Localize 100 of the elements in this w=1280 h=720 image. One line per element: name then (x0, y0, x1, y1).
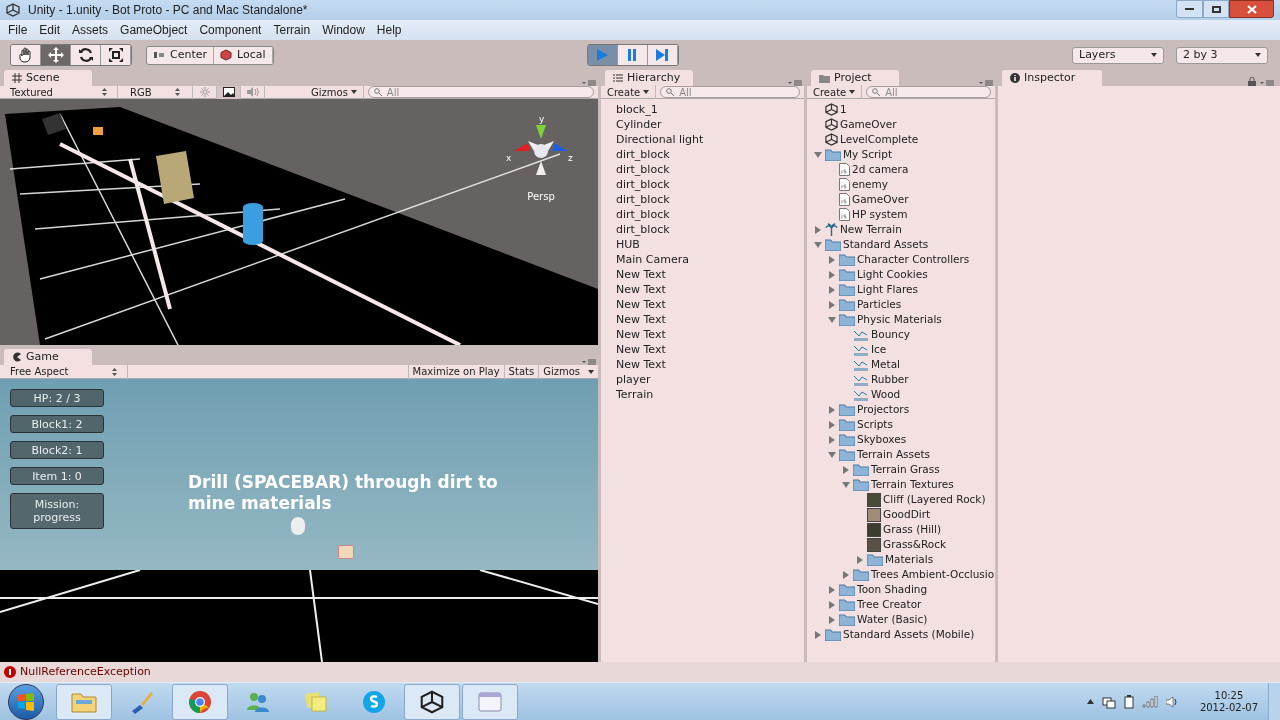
project-item[interactable]: Water (Basic) (857, 611, 928, 628)
project-item[interactable]: Skyboxes (857, 431, 907, 448)
hierarchy-item[interactable]: Main Camera (616, 252, 804, 267)
close-button[interactable] (1229, 0, 1274, 18)
panel-menu-icon[interactable] (1260, 79, 1274, 86)
expanded-arrow-icon[interactable] (828, 450, 836, 459)
hierarchy-item[interactable]: New Text (616, 357, 804, 372)
taskbar-app-button[interactable] (404, 683, 460, 720)
hierarchy-item[interactable]: Cylinder (616, 117, 804, 132)
hierarchy-item[interactable]: dirt_block (616, 192, 804, 207)
expanded-arrow-icon[interactable] (814, 150, 822, 159)
project-item[interactable]: Light Flares (857, 281, 918, 298)
hierarchy-item[interactable]: dirt_block (616, 207, 804, 222)
hierarchy-item[interactable]: dirt_block (616, 162, 804, 177)
project-item[interactable]: Bouncy (871, 326, 910, 343)
project-item[interactable]: HP system (852, 206, 908, 223)
panel-tab[interactable]: Game (4, 349, 92, 365)
hierarchy-item[interactable]: New Text (616, 282, 804, 297)
network-icon[interactable] (1101, 694, 1116, 709)
project-item[interactable]: Standard Assets (Mobile) (843, 626, 975, 643)
hierarchy-item[interactable]: New Text (616, 327, 804, 342)
hierarchy-item[interactable]: dirt_block (616, 177, 804, 192)
signal-icon[interactable] (1141, 695, 1158, 708)
panel-menu-icon[interactable] (979, 79, 993, 86)
pivot-mode-button[interactable]: Center (147, 46, 215, 64)
project-item[interactable]: Particles (857, 296, 902, 313)
project-item[interactable]: 1 (840, 101, 847, 118)
project-item[interactable]: 2d camera (852, 161, 909, 178)
menu-item[interactable]: Help (370, 21, 408, 39)
start-button[interactable] (8, 683, 44, 720)
hierarchy-item[interactable]: player (616, 372, 804, 387)
project-item[interactable]: Projectors (857, 401, 910, 418)
project-item[interactable]: enemy (852, 176, 889, 193)
play-control-button[interactable] (647, 45, 678, 65)
panel-tab[interactable]: Scene (4, 70, 92, 86)
menu-item[interactable]: File (2, 21, 34, 39)
project-item[interactable]: My Script (843, 146, 893, 163)
menu-item[interactable]: Terrain (267, 21, 317, 39)
search-field[interactable]: All (866, 86, 991, 98)
panel-tab[interactable]: Hierarchy (605, 70, 693, 86)
project-item[interactable]: GameOver (852, 191, 909, 208)
search-field[interactable]: All (660, 86, 800, 98)
project-item[interactable]: Grass&Rock (883, 536, 947, 553)
project-item[interactable]: New Terrain (840, 221, 902, 238)
project-item[interactable]: Trees Ambient-Occlusio (871, 566, 995, 583)
transform-tool-button[interactable] (11, 45, 41, 65)
play-control-button[interactable] (617, 45, 648, 65)
project-item[interactable]: Metal (871, 356, 900, 373)
projection-label[interactable]: Persp (527, 189, 555, 204)
hierarchy-item[interactable]: New Text (616, 297, 804, 312)
lock-icon[interactable] (1248, 77, 1256, 86)
restore-button[interactable] (1203, 0, 1229, 18)
project-item[interactable]: Physic Materials (857, 311, 942, 328)
panel-tab[interactable]: Project (811, 70, 899, 86)
project-item[interactable]: Light Cookies (857, 266, 928, 283)
view-toggle[interactable] (217, 85, 241, 99)
project-item[interactable]: Terrain Assets (857, 446, 931, 463)
hierarchy-item[interactable]: New Text (616, 342, 804, 357)
menu-item[interactable]: Window (316, 21, 371, 39)
project-item[interactable]: Materials (885, 551, 934, 568)
project-item[interactable]: Standard Assets (843, 236, 929, 253)
project-item[interactable]: GameOver (840, 116, 897, 133)
project-item[interactable]: LevelComplete (840, 131, 919, 148)
menu-item[interactable]: Edit (33, 21, 67, 39)
hud-button[interactable]: Block1: 2 (10, 415, 104, 433)
scene-viewport[interactable]: y x z Persp (0, 99, 598, 345)
clock-date[interactable]: 2012-02-07 (1199, 701, 1258, 714)
minimize-button[interactable] (1176, 0, 1203, 18)
menu-item[interactable]: Component (193, 21, 268, 39)
project-item[interactable]: Scripts (857, 416, 893, 433)
collapsed-arrow-icon[interactable] (842, 465, 850, 474)
clock-time[interactable]: 10:25 (1214, 689, 1244, 702)
project-item[interactable]: Character Controllers (857, 251, 970, 268)
menu-item[interactable]: Assets (66, 21, 115, 39)
battery-icon[interactable] (1123, 694, 1134, 709)
project-item[interactable]: Terrain Grass (871, 461, 940, 478)
project-item[interactable]: Wood (871, 386, 901, 403)
project-item[interactable]: Cliff (Layered Rock) (883, 491, 986, 508)
layers-dropdown[interactable]: Layers (1072, 46, 1164, 64)
search-field[interactable]: All (367, 86, 594, 98)
expanded-arrow-icon[interactable] (828, 315, 836, 324)
project-item[interactable]: Terrain Textures (871, 476, 954, 493)
menu-item[interactable]: GameObject (114, 21, 194, 39)
hierarchy-item[interactable]: New Text (616, 267, 804, 282)
project-item[interactable]: Rubber (871, 371, 909, 388)
transform-tool-button[interactable] (71, 45, 101, 65)
show-desktop-button[interactable] (1268, 682, 1280, 720)
expanded-arrow-icon[interactable] (814, 240, 822, 249)
hierarchy-item[interactable]: Directional light (616, 132, 804, 147)
transform-tool-button[interactable] (101, 45, 131, 65)
expanded-arrow-icon[interactable] (842, 480, 850, 489)
hierarchy-item[interactable]: HUB (616, 237, 804, 252)
hierarchy-item[interactable]: dirt_block (616, 147, 804, 162)
panel-menu-icon[interactable] (582, 358, 596, 365)
hud-button[interactable]: Mission: progress (10, 493, 104, 529)
hierarchy-item[interactable]: Terrain (616, 387, 804, 402)
panel-menu-icon[interactable] (788, 79, 802, 86)
project-item[interactable]: Tree Creator (857, 596, 922, 613)
hierarchy-item[interactable]: dirt_block (616, 222, 804, 237)
hud-button[interactable]: Block2: 1 (10, 441, 104, 459)
